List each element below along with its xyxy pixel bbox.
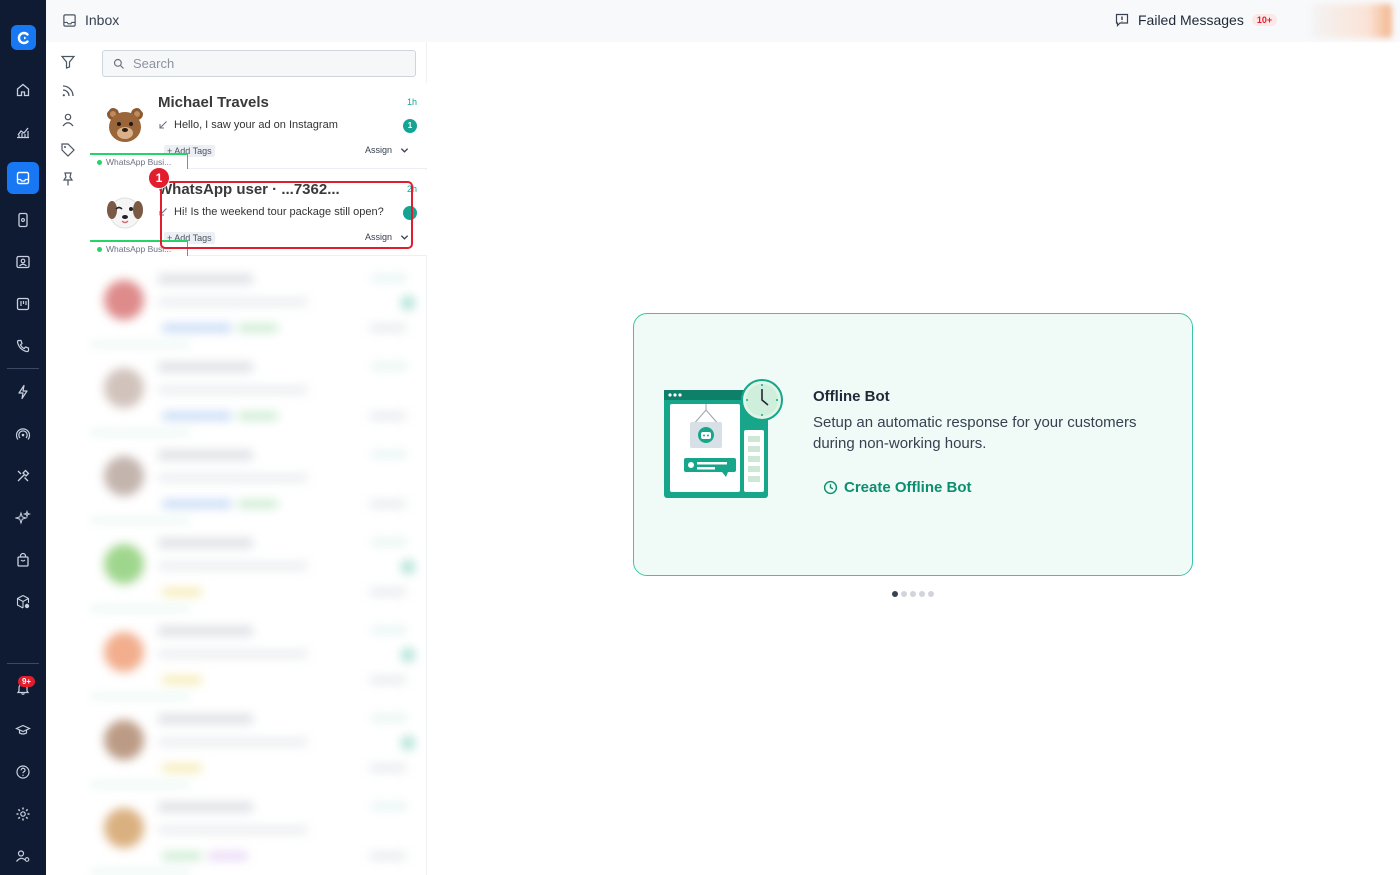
blurred-conversation-item[interactable]	[90, 610, 427, 698]
user-avatar[interactable]	[1312, 4, 1392, 38]
contact-avatar	[104, 190, 146, 232]
bear-avatar-icon	[104, 103, 146, 145]
contact-avatar	[104, 103, 146, 145]
pin-icon[interactable]	[60, 171, 76, 187]
board-icon[interactable]	[7, 288, 39, 320]
assign-dropdown[interactable]: Assign	[365, 145, 409, 155]
carousel-dot[interactable]	[928, 591, 934, 597]
inbox-title-icon	[63, 13, 76, 27]
blurred-conversation-item[interactable]	[90, 346, 427, 434]
page-title-text: Inbox	[85, 12, 120, 28]
blurred-conversation-item[interactable]	[90, 522, 427, 610]
conversation-time: 1h	[406, 97, 417, 107]
failed-messages-label: Failed Messages	[1138, 12, 1244, 28]
failed-messages-badge: 10+	[1251, 14, 1278, 26]
academy-cap-icon[interactable]	[7, 714, 39, 746]
carousel-dot[interactable]	[901, 591, 907, 597]
assign-label: Assign	[364, 145, 392, 155]
blurred-conversation-item[interactable]	[90, 698, 427, 786]
offline-bot-card: Offline Bot Setup an automatic response …	[633, 313, 1193, 576]
nav-divider	[7, 368, 39, 369]
whatsapp-dot-icon	[97, 159, 102, 165]
settings-gear-icon[interactable]	[7, 798, 39, 830]
dog-avatar-icon	[104, 190, 146, 232]
automation-bolt-icon[interactable]	[7, 376, 39, 408]
last-message: Hello, I saw your ad on Instagram	[158, 119, 338, 131]
help-icon[interactable]	[7, 756, 39, 788]
app-logo-icon[interactable]	[11, 25, 36, 50]
user-settings-icon[interactable]	[7, 840, 39, 872]
blurred-conversation-item[interactable]	[90, 258, 427, 346]
inbox-icon[interactable]	[7, 162, 39, 194]
person-icon[interactable]	[60, 112, 76, 128]
feed-rss-icon[interactable]	[60, 83, 76, 99]
last-message-text: Hello, I saw your ad on Instagram	[174, 119, 338, 131]
incoming-arrow-icon	[159, 121, 167, 129]
phone-icon[interactable]	[7, 330, 39, 362]
filter-column	[46, 42, 90, 875]
unread-count-badge: 1	[403, 119, 417, 133]
search-icon	[113, 58, 124, 69]
search-input[interactable]	[133, 56, 403, 71]
channel-source-tab: WhatsApp Busi...	[90, 153, 188, 169]
contact-name: Michael Travels	[158, 94, 269, 111]
broadcast-icon[interactable]	[7, 418, 39, 450]
blurred-conversation-item[interactable]	[90, 434, 427, 522]
carousel-dot[interactable]	[919, 591, 925, 597]
conversation-item[interactable]: Michael Travels 1h Hello, I saw your ad …	[90, 83, 427, 169]
create-offline-bot-label: Create Offline Bot	[844, 479, 972, 496]
chevron-down-icon	[400, 147, 409, 153]
offline-bot-title: Offline Bot	[813, 388, 890, 405]
package-settings-icon[interactable]	[7, 586, 39, 618]
nav-divider	[7, 663, 39, 664]
offline-bot-description: Setup an automatic response for your cus…	[813, 414, 1137, 452]
ai-sparkle-icon[interactable]	[7, 502, 39, 534]
blurred-conversation-item[interactable]	[90, 786, 427, 874]
notifications-badge: 9+	[18, 676, 35, 687]
tutorial-highlight-box	[160, 181, 413, 249]
carousel-dot-active[interactable]	[892, 591, 898, 597]
home-icon[interactable]	[7, 74, 39, 106]
whatsapp-dot-icon	[97, 246, 102, 252]
tag-icon[interactable]	[60, 142, 76, 158]
filter-icon[interactable]	[60, 54, 76, 70]
channel-source-label: WhatsApp Busi...	[106, 157, 172, 167]
tools-icon[interactable]	[7, 460, 39, 492]
analytics-icon[interactable]	[7, 116, 39, 148]
offline-bot-illustration-icon	[664, 379, 783, 498]
clock-icon	[823, 480, 838, 495]
search-box[interactable]	[102, 50, 416, 77]
mobile-icon[interactable]	[7, 204, 39, 236]
failed-messages-button[interactable]: Failed Messages 10+	[1114, 12, 1278, 28]
page-title: Inbox	[62, 12, 119, 28]
top-bar: Inbox Failed Messages 10+	[46, 0, 1400, 42]
left-navigation: 9+	[0, 0, 46, 875]
shop-bag-icon[interactable]	[7, 544, 39, 576]
flag-message-icon	[1115, 13, 1129, 27]
contacts-icon[interactable]	[7, 246, 39, 278]
carousel-dot[interactable]	[910, 591, 916, 597]
carousel-pagination	[892, 591, 934, 597]
create-offline-bot-button[interactable]: Create Offline Bot	[823, 479, 972, 496]
step-number-badge: 1	[148, 167, 170, 189]
